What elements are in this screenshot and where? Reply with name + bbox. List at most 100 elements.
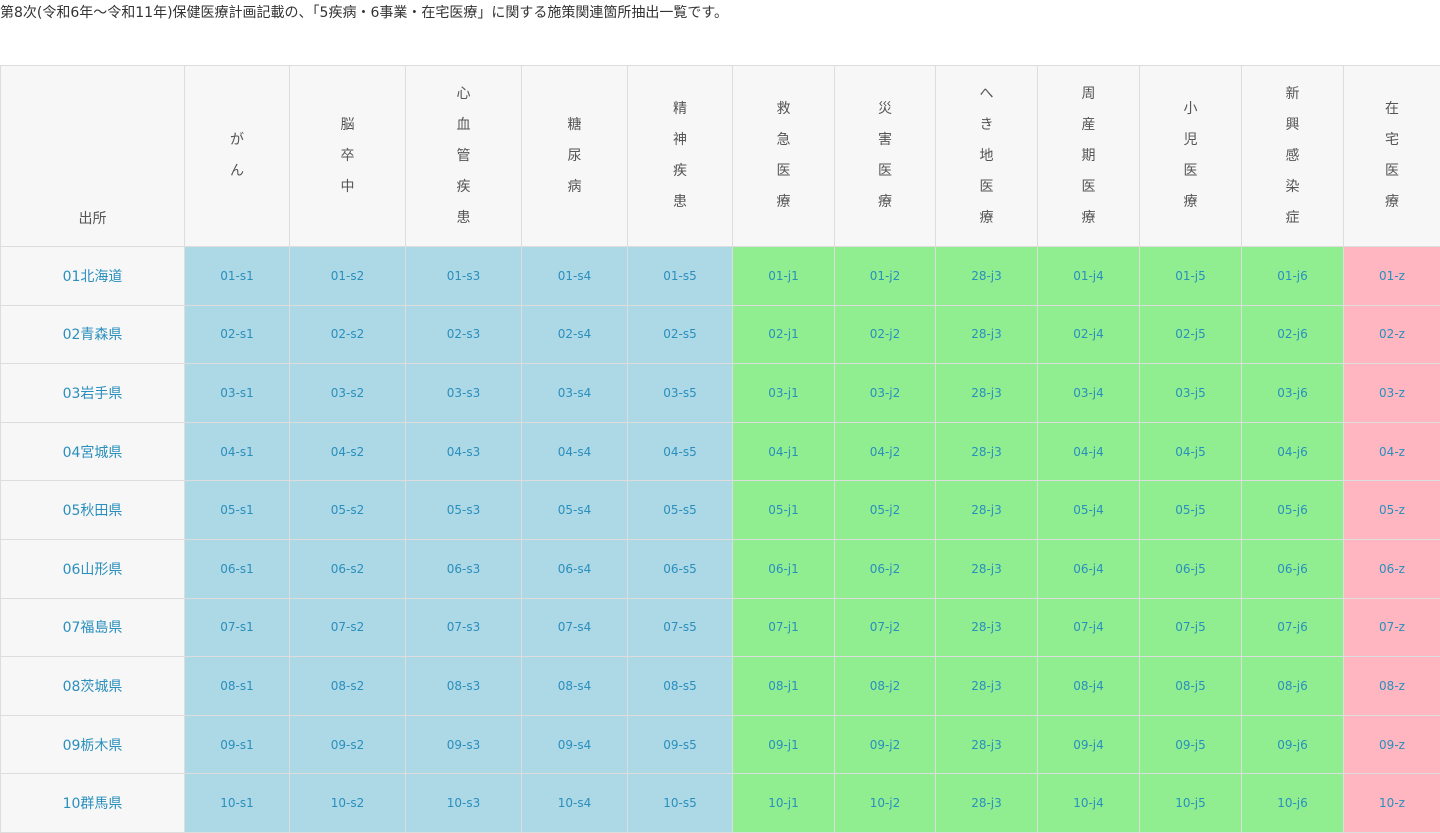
section-link[interactable]: 09-s1 bbox=[220, 738, 254, 752]
section-link[interactable]: 10-j5 bbox=[1175, 796, 1206, 810]
prefecture-link[interactable]: 09栃木県 bbox=[63, 738, 123, 754]
section-link[interactable]: 07-j2 bbox=[870, 620, 901, 634]
section-link[interactable]: 02-s2 bbox=[331, 327, 365, 341]
section-link[interactable]: 28-j3 bbox=[971, 327, 1002, 341]
section-link[interactable]: 02-j2 bbox=[870, 327, 901, 341]
section-link[interactable]: 04-s5 bbox=[663, 445, 697, 459]
section-link[interactable]: 10-j1 bbox=[768, 796, 799, 810]
section-link[interactable]: 08-s1 bbox=[220, 679, 254, 693]
section-link[interactable]: 03-s1 bbox=[220, 386, 254, 400]
section-link[interactable]: 07-j1 bbox=[768, 620, 799, 634]
section-link[interactable]: 01-j6 bbox=[1277, 269, 1308, 283]
section-link[interactable]: 28-j3 bbox=[971, 679, 1002, 693]
section-link[interactable]: 04-j5 bbox=[1175, 445, 1206, 459]
section-link[interactable]: 02-s4 bbox=[558, 327, 592, 341]
section-link[interactable]: 10-s5 bbox=[663, 796, 697, 810]
prefecture-link[interactable]: 04宮城県 bbox=[63, 445, 123, 461]
prefecture-link[interactable]: 10群馬県 bbox=[63, 796, 123, 812]
section-link[interactable]: 06-j6 bbox=[1277, 562, 1308, 576]
section-link[interactable]: 06-s3 bbox=[447, 562, 481, 576]
section-link[interactable]: 01-z bbox=[1379, 269, 1405, 283]
section-link[interactable]: 09-j1 bbox=[768, 738, 799, 752]
section-link[interactable]: 05-j2 bbox=[870, 503, 901, 517]
section-link[interactable]: 06-s4 bbox=[558, 562, 592, 576]
section-link[interactable]: 08-s3 bbox=[447, 679, 481, 693]
section-link[interactable]: 03-s2 bbox=[331, 386, 365, 400]
section-link[interactable]: 08-s2 bbox=[331, 679, 365, 693]
section-link[interactable]: 01-s1 bbox=[220, 269, 254, 283]
section-link[interactable]: 06-s2 bbox=[331, 562, 365, 576]
section-link[interactable]: 02-j5 bbox=[1175, 327, 1206, 341]
section-link[interactable]: 04-s4 bbox=[558, 445, 592, 459]
section-link[interactable]: 06-j1 bbox=[768, 562, 799, 576]
section-link[interactable]: 08-s4 bbox=[558, 679, 592, 693]
section-link[interactable]: 09-s2 bbox=[331, 738, 365, 752]
section-link[interactable]: 04-z bbox=[1379, 445, 1405, 459]
section-link[interactable]: 07-s4 bbox=[558, 620, 592, 634]
section-link[interactable]: 28-j3 bbox=[971, 620, 1002, 634]
prefecture-link[interactable]: 06山形県 bbox=[63, 562, 123, 578]
prefecture-link[interactable]: 07福島県 bbox=[63, 620, 123, 636]
section-link[interactable]: 09-j5 bbox=[1175, 738, 1206, 752]
section-link[interactable]: 06-j5 bbox=[1175, 562, 1206, 576]
section-link[interactable]: 06-s5 bbox=[663, 562, 697, 576]
section-link[interactable]: 03-j2 bbox=[870, 386, 901, 400]
section-link[interactable]: 03-s5 bbox=[663, 386, 697, 400]
section-link[interactable]: 10-j4 bbox=[1073, 796, 1104, 810]
section-link[interactable]: 09-j6 bbox=[1277, 738, 1308, 752]
prefecture-link[interactable]: 05秋田県 bbox=[63, 503, 123, 519]
section-link[interactable]: 07-s3 bbox=[447, 620, 481, 634]
section-link[interactable]: 04-j2 bbox=[870, 445, 901, 459]
section-link[interactable]: 01-j5 bbox=[1175, 269, 1206, 283]
prefecture-link[interactable]: 08茨城県 bbox=[63, 679, 123, 695]
section-link[interactable]: 28-j3 bbox=[971, 503, 1002, 517]
section-link[interactable]: 05-j4 bbox=[1073, 503, 1104, 517]
section-link[interactable]: 02-j1 bbox=[768, 327, 799, 341]
section-link[interactable]: 03-j4 bbox=[1073, 386, 1104, 400]
section-link[interactable]: 04-s1 bbox=[220, 445, 254, 459]
section-link[interactable]: 09-s5 bbox=[663, 738, 697, 752]
section-link[interactable]: 08-z bbox=[1379, 679, 1405, 693]
section-link[interactable]: 07-j6 bbox=[1277, 620, 1308, 634]
section-link[interactable]: 10-j2 bbox=[870, 796, 901, 810]
prefecture-link[interactable]: 01北海道 bbox=[63, 269, 123, 285]
prefecture-link[interactable]: 02青森県 bbox=[63, 327, 123, 343]
section-link[interactable]: 08-j4 bbox=[1073, 679, 1104, 693]
section-link[interactable]: 02-s5 bbox=[663, 327, 697, 341]
section-link[interactable]: 05-s1 bbox=[220, 503, 254, 517]
section-link[interactable]: 10-z bbox=[1379, 796, 1405, 810]
section-link[interactable]: 03-s3 bbox=[447, 386, 481, 400]
section-link[interactable]: 02-j6 bbox=[1277, 327, 1308, 341]
section-link[interactable]: 09-s4 bbox=[558, 738, 592, 752]
section-link[interactable]: 10-s3 bbox=[447, 796, 481, 810]
section-link[interactable]: 04-j4 bbox=[1073, 445, 1104, 459]
section-link[interactable]: 09-s3 bbox=[447, 738, 481, 752]
section-link[interactable]: 07-j5 bbox=[1175, 620, 1206, 634]
section-link[interactable]: 07-s2 bbox=[331, 620, 365, 634]
section-link[interactable]: 01-j1 bbox=[768, 269, 799, 283]
section-link[interactable]: 08-j6 bbox=[1277, 679, 1308, 693]
section-link[interactable]: 06-s1 bbox=[220, 562, 254, 576]
section-link[interactable]: 03-z bbox=[1379, 386, 1405, 400]
section-link[interactable]: 28-j3 bbox=[971, 445, 1002, 459]
section-link[interactable]: 01-s3 bbox=[447, 269, 481, 283]
section-link[interactable]: 28-j3 bbox=[971, 386, 1002, 400]
section-link[interactable]: 03-s4 bbox=[558, 386, 592, 400]
section-link[interactable]: 02-s3 bbox=[447, 327, 481, 341]
section-link[interactable]: 06-z bbox=[1379, 562, 1405, 576]
section-link[interactable]: 10-s1 bbox=[220, 796, 254, 810]
section-link[interactable]: 03-j6 bbox=[1277, 386, 1308, 400]
section-link[interactable]: 08-j2 bbox=[870, 679, 901, 693]
section-link[interactable]: 01-s4 bbox=[558, 269, 592, 283]
section-link[interactable]: 05-s2 bbox=[331, 503, 365, 517]
section-link[interactable]: 05-s3 bbox=[447, 503, 481, 517]
section-link[interactable]: 07-z bbox=[1379, 620, 1405, 634]
section-link[interactable]: 05-j6 bbox=[1277, 503, 1308, 517]
section-link[interactable]: 01-s2 bbox=[331, 269, 365, 283]
section-link[interactable]: 03-j1 bbox=[768, 386, 799, 400]
section-link[interactable]: 07-j4 bbox=[1073, 620, 1104, 634]
section-link[interactable]: 01-j4 bbox=[1073, 269, 1104, 283]
section-link[interactable]: 05-j5 bbox=[1175, 503, 1206, 517]
section-link[interactable]: 03-j5 bbox=[1175, 386, 1206, 400]
section-link[interactable]: 08-j5 bbox=[1175, 679, 1206, 693]
